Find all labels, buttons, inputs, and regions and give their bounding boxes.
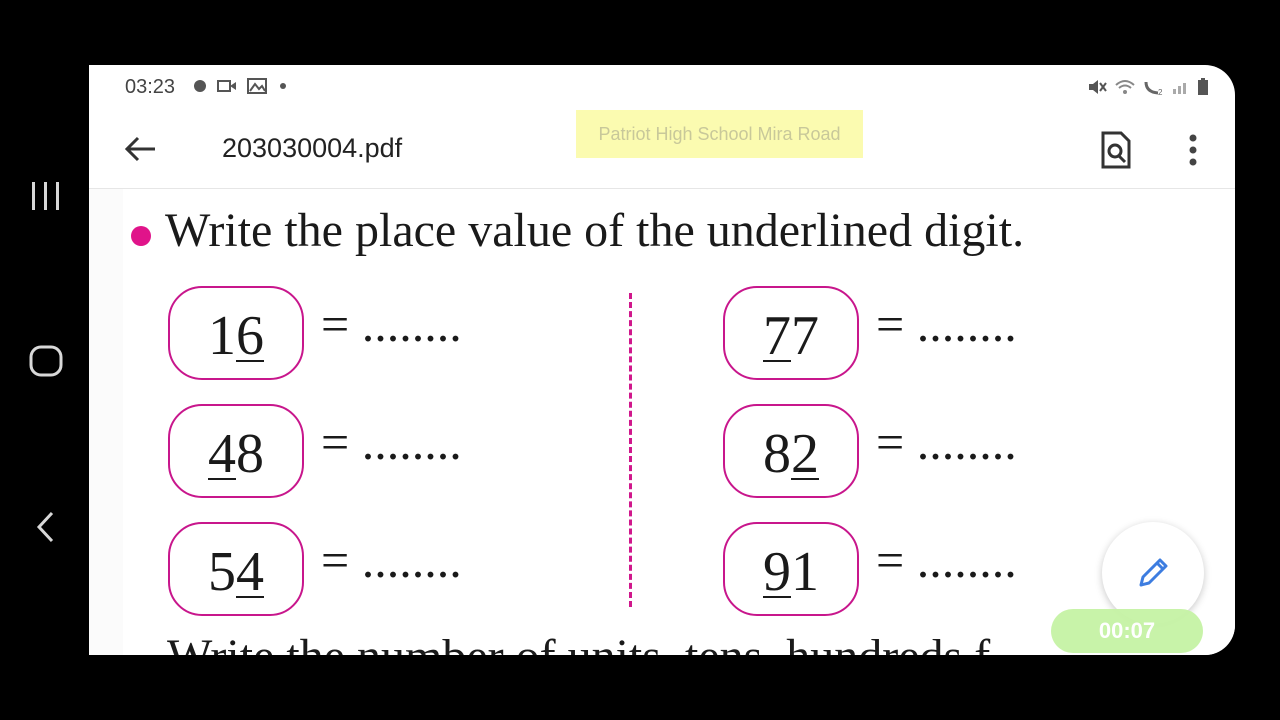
search-document-button[interactable] <box>1095 128 1137 172</box>
underlined-digit: 6 <box>236 305 264 367</box>
underlined-digit: 9 <box>763 541 791 603</box>
column-divider <box>629 293 632 607</box>
more-vert-icon <box>1189 134 1197 166</box>
answer-blank: = ........ <box>876 296 1017 352</box>
number-box: 16 <box>168 286 304 380</box>
gallery-icon <box>247 78 267 94</box>
app-bar: 203030004.pdf Patriot High School Mira R… <box>89 110 1235 189</box>
record-dot-icon <box>194 80 206 92</box>
small-dot-icon <box>280 83 286 89</box>
wifi-call-icon: 2 <box>1144 81 1163 96</box>
answer-blank: = ........ <box>876 414 1017 470</box>
watermark-banner: Patriot High School Mira Road <box>576 110 863 158</box>
exercise-heading: Write the place value of the underlined … <box>165 204 1025 257</box>
recording-timer: 00:07 <box>1051 609 1203 653</box>
pdf-page[interactable]: Write the place value of the underlined … <box>89 189 1235 655</box>
number-box: 77 <box>723 286 859 380</box>
back-button[interactable] <box>119 128 161 170</box>
phone-screen: 03:23 2 203030004.pdf Patriot High Schoo… <box>89 65 1235 655</box>
back-nav-icon <box>36 511 54 543</box>
number-box: 48 <box>168 404 304 498</box>
file-name: 203030004.pdf <box>222 133 403 163</box>
mute-icon <box>1089 80 1107 94</box>
recent-apps-icon <box>32 182 59 210</box>
document-search-icon <box>1101 131 1131 169</box>
number-box: 82 <box>723 404 859 498</box>
underlined-digit: 4 <box>236 541 264 603</box>
home-button[interactable] <box>22 337 70 385</box>
arrow-left-icon <box>124 136 155 162</box>
status-time: 03:23 <box>125 76 176 98</box>
more-options-button[interactable] <box>1177 128 1209 172</box>
underlined-digit: 7 <box>763 305 791 367</box>
bullet-icon <box>131 226 151 246</box>
number-box: 54 <box>168 522 304 616</box>
video-icon <box>217 80 236 92</box>
svg-text:2: 2 <box>1158 88 1163 96</box>
recent-apps-button[interactable] <box>22 172 70 220</box>
back-nav-button[interactable] <box>22 503 70 551</box>
number-box: 91 <box>723 522 859 616</box>
wifi-icon <box>1115 80 1135 94</box>
underlined-digit: 2 <box>791 423 819 485</box>
answer-blank: = ........ <box>876 532 1017 588</box>
next-exercise-heading: Write the number of units, tens, hundred… <box>167 629 1026 655</box>
battery-icon <box>1198 78 1208 95</box>
underlined-digit: 4 <box>208 423 236 485</box>
signal-icon <box>1173 83 1186 94</box>
answer-blank: = ........ <box>321 296 462 352</box>
pencil-icon <box>1139 558 1168 587</box>
home-icon <box>29 345 63 377</box>
answer-blank: = ........ <box>321 414 462 470</box>
status-bar: 03:23 2 <box>89 65 1235 110</box>
answer-blank: = ........ <box>321 532 462 588</box>
